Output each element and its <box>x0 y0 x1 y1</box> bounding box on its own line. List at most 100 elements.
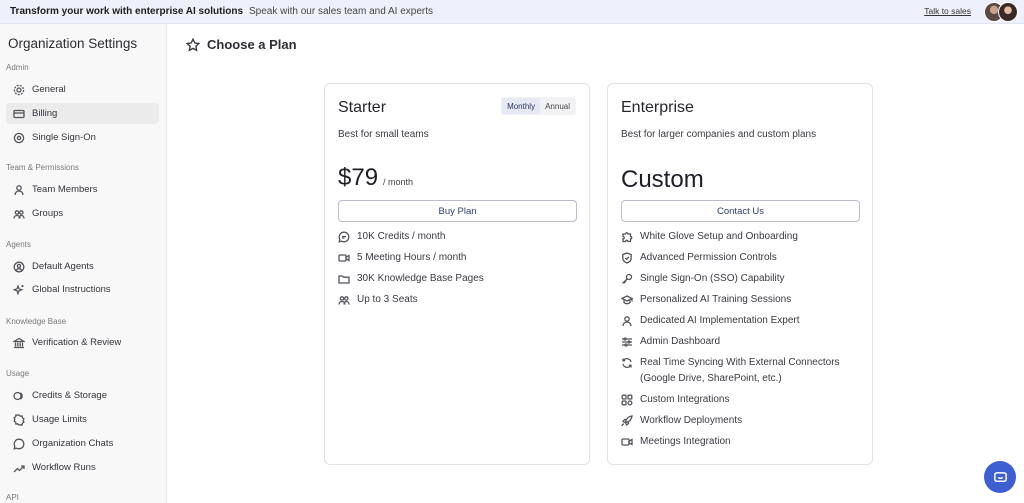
badge-icon <box>13 413 25 426</box>
chat-bubble-icon <box>13 438 25 450</box>
gear-icon <box>13 84 25 96</box>
feature-item: Personalized AI Training Sessions <box>620 293 866 314</box>
folder-icon <box>338 273 350 285</box>
feature-text: White Glove Setup and Onboarding <box>640 231 798 242</box>
price-unit: / month <box>383 177 414 187</box>
sidebar-item-label: Team Members <box>32 184 98 195</box>
toggle-annual[interactable]: Annual <box>540 98 575 114</box>
toggle-monthly[interactable]: Monthly <box>502 98 541 114</box>
plan-description: Best for small teams <box>338 129 429 140</box>
section-api: API <box>6 493 19 502</box>
sidebar-item-general[interactable]: General <box>6 79 159 100</box>
sidebar-item-default-agents[interactable]: Default Agents <box>6 256 159 277</box>
talk-to-sales-link[interactable]: Talk to sales <box>924 6 971 16</box>
settings-sidebar: Organization Settings Admin General Bill… <box>0 24 167 503</box>
user-circle-icon <box>13 261 25 273</box>
video-camera-icon <box>621 436 633 448</box>
sliders-icon <box>621 336 633 348</box>
user-icon <box>13 184 25 196</box>
sidebar-item-groups[interactable]: Groups <box>6 203 159 224</box>
sidebar-item-credits-storage[interactable]: Credits & Storage <box>6 385 159 406</box>
price-amount: $79 <box>338 164 379 191</box>
feature-item: Dedicated AI Implementation Expert <box>621 314 866 335</box>
feature-text: Personalized AI Training Sessions <box>640 294 792 305</box>
sparkles-icon <box>13 283 25 296</box>
plan-name: Starter <box>338 99 387 116</box>
sidebar-item-label: Workflow Runs <box>32 462 96 473</box>
chat-launcher-button[interactable] <box>984 461 1016 493</box>
plan-description: Best for larger companies and custom pla… <box>621 129 817 140</box>
feature-item: Workflow Deployments <box>621 414 866 435</box>
sales-avatars <box>984 2 1018 22</box>
sidebar-item-label: Credits & Storage <box>32 390 107 401</box>
sidebar-item-verification[interactable]: Verification & Review <box>6 332 159 353</box>
section-team: Team & Permissions <box>6 163 79 172</box>
sidebar-item-label: Organization Chats <box>32 438 114 449</box>
users-icon <box>338 294 350 306</box>
enterprise-plan-card: Enterprise Best for larger companies and… <box>607 83 873 465</box>
users-icon <box>13 208 25 220</box>
section-admin: Admin <box>6 63 29 72</box>
feature-text: Workflow Deployments <box>640 415 743 426</box>
section-knowledge-base: Knowledge Base <box>6 317 67 326</box>
shield-check-icon <box>621 252 633 264</box>
feature-text: 5 Meeting Hours / month <box>357 252 467 263</box>
feature-text: 10K Credits / month <box>357 231 446 242</box>
sidebar-item-label: Billing <box>32 108 58 119</box>
feature-text: Single Sign-On (SSO) Capability <box>640 273 785 284</box>
video-camera-icon <box>338 252 350 264</box>
star-icon <box>186 37 200 52</box>
key-icon <box>621 273 633 285</box>
sidebar-item-usage-limits[interactable]: Usage Limits <box>6 409 159 430</box>
trend-up-icon <box>13 462 25 474</box>
graduation-cap-icon <box>620 294 634 306</box>
sidebar-item-label: Groups <box>32 208 64 219</box>
bank-icon <box>13 337 25 349</box>
sidebar-item-organization-chats[interactable]: Organization Chats <box>6 433 159 454</box>
plan-price: $79 / month <box>338 164 413 192</box>
page-title: Choose a Plan <box>207 37 297 52</box>
sidebar-item-label: General <box>32 84 66 95</box>
enterprise-feature-list: White Glove Setup and Onboarding Advance… <box>620 230 866 456</box>
contact-us-button[interactable]: Contact Us <box>621 200 860 222</box>
banner-headline: Transform your work with enterprise AI s… <box>10 6 244 17</box>
sidebar-item-sso[interactable]: Single Sign-On <box>6 127 159 148</box>
user-icon <box>621 315 633 327</box>
feature-item: Advanced Permission Controls <box>621 251 866 272</box>
feature-text: 30K Knowledge Base Pages <box>357 273 484 284</box>
feature-text: Dedicated AI Implementation Expert <box>640 315 800 326</box>
refresh-icon <box>621 357 633 369</box>
page-heading: Choose a Plan <box>186 37 297 52</box>
plan-name: Enterprise <box>621 99 694 116</box>
feature-text: Up to 3 Seats <box>357 294 418 305</box>
feature-item: Custom Integrations <box>621 393 866 414</box>
feature-item: Meetings Integration <box>621 435 866 456</box>
promo-banner: Transform your work with enterprise AI s… <box>0 0 1024 24</box>
sidebar-item-label: Single Sign-On <box>32 132 96 143</box>
avatar <box>998 2 1018 22</box>
sidebar-item-billing[interactable]: Billing <box>6 103 159 124</box>
feature-item: 10K Credits / month <box>338 230 583 251</box>
feature-text: Custom Integrations <box>640 394 730 405</box>
buy-plan-button[interactable]: Buy Plan <box>338 200 577 222</box>
sidebar-item-label: Default Agents <box>32 261 94 272</box>
section-usage: Usage <box>6 369 30 378</box>
feature-item: Real Time Syncing With External Connecto… <box>621 356 866 393</box>
grid-icon <box>621 394 633 406</box>
chat-icon <box>993 471 1007 482</box>
banner-subtext: Speak with our sales team and AI experts <box>249 6 434 17</box>
puzzle-icon <box>621 231 633 243</box>
feature-item: Single Sign-On (SSO) Capability <box>621 272 866 293</box>
sidebar-item-global-instructions[interactable]: Global Instructions <box>6 279 159 300</box>
feature-text: Admin Dashboard <box>640 336 721 347</box>
key-icon <box>13 132 25 144</box>
feature-item: Up to 3 Seats <box>338 293 583 314</box>
feature-item: Admin Dashboard <box>621 335 866 356</box>
sidebar-item-team-members[interactable]: Team Members <box>6 179 159 200</box>
feature-text: Meetings Integration <box>640 436 731 447</box>
chat-bubble-icon <box>338 231 350 243</box>
credit-card-icon <box>13 108 25 120</box>
feature-text: Real Time Syncing With External Connecto… <box>640 357 840 384</box>
rocket-icon <box>621 415 633 427</box>
sidebar-item-workflow-runs[interactable]: Workflow Runs <box>6 457 159 478</box>
